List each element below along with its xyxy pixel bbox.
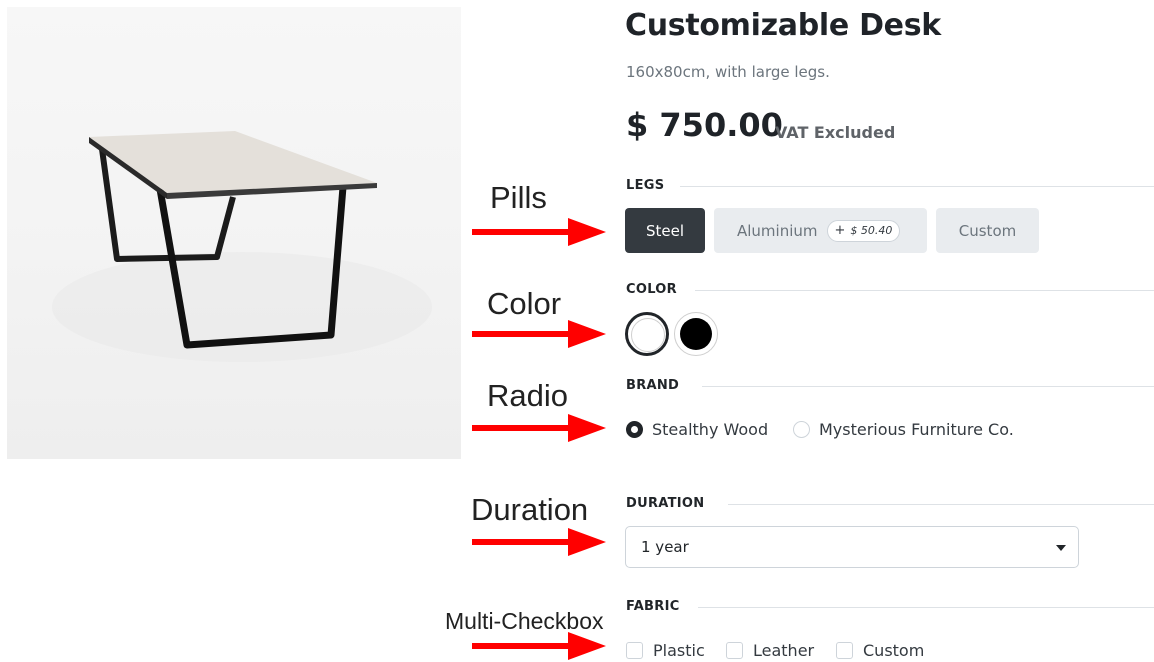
- duration-divider: [728, 504, 1154, 505]
- brand-label: BRAND: [626, 378, 680, 393]
- arrow-multi-checkbox-icon: [472, 632, 606, 660]
- color-swatch-black[interactable]: [674, 312, 718, 356]
- brand-divider: [702, 386, 1154, 387]
- checkbox-custom[interactable]: Custom: [836, 641, 924, 660]
- radio-mysterious-furniture-label: Mysterious Furniture Co.: [819, 420, 1014, 439]
- duration-select[interactable]: 1 year: [625, 526, 1079, 568]
- pill-aluminium-label: Aluminium: [737, 221, 818, 240]
- checkbox-leather-label: Leather: [753, 641, 815, 660]
- radio-mysterious-furniture[interactable]: Mysterious Furniture Co.: [793, 420, 1014, 439]
- checkbox-plastic[interactable]: Plastic: [626, 641, 705, 660]
- pill-custom-label: Custom: [958, 221, 1017, 240]
- fabric-label: FABRIC: [626, 599, 680, 614]
- checkbox-unchecked-icon[interactable]: [626, 642, 643, 659]
- price-extra-value: $ 50.40: [850, 224, 893, 237]
- color-divider: [695, 290, 1154, 291]
- pill-steel[interactable]: Steel: [625, 208, 705, 253]
- color-swatch-white[interactable]: [625, 312, 669, 356]
- product-image: [7, 7, 461, 459]
- price-extra-badge: + $ 50.40: [826, 219, 901, 242]
- radio-checked-icon[interactable]: [626, 421, 643, 438]
- annotation-multi-checkbox: Multi-Checkbox: [445, 608, 604, 634]
- price-note: VAT Excluded: [775, 123, 896, 142]
- legs-divider: [680, 186, 1154, 187]
- arrow-radio-icon: [472, 414, 606, 442]
- checkbox-custom-label: Custom: [863, 641, 925, 660]
- duration-selected-value: 1 year: [641, 538, 689, 556]
- product-price: $ 750.00: [626, 106, 783, 144]
- annotation-color: Color: [487, 286, 562, 321]
- checkbox-unchecked-icon[interactable]: [726, 642, 743, 659]
- arrow-duration-icon: [472, 528, 606, 556]
- color-label: COLOR: [626, 282, 677, 297]
- product-title: Customizable Desk: [625, 8, 941, 43]
- checkbox-leather[interactable]: Leather: [726, 641, 814, 660]
- product-subtitle: 160x80cm, with large legs.: [626, 63, 830, 81]
- pill-steel-label: Steel: [645, 221, 685, 240]
- arrow-color-icon: [472, 320, 606, 348]
- checkbox-unchecked-icon[interactable]: [836, 642, 853, 659]
- annotation-duration: Duration: [471, 492, 589, 527]
- plus-icon: +: [834, 223, 846, 238]
- radio-stealthy-wood-label: Stealthy Wood: [652, 420, 769, 439]
- pill-aluminium[interactable]: Aluminium + $ 50.40: [714, 208, 927, 253]
- pill-custom[interactable]: Custom: [936, 208, 1039, 253]
- fabric-divider: [698, 607, 1154, 608]
- legs-label: LEGS: [626, 178, 665, 193]
- duration-label: DURATION: [626, 496, 705, 511]
- checkbox-plastic-label: Plastic: [653, 641, 705, 660]
- radio-stealthy-wood[interactable]: Stealthy Wood: [626, 420, 768, 439]
- arrow-pills-icon: [472, 218, 606, 246]
- caret-down-icon: [1056, 545, 1066, 551]
- desk-illustration: [52, 131, 432, 362]
- radio-unchecked-icon[interactable]: [793, 421, 810, 438]
- annotation-pills: Pills: [490, 180, 547, 215]
- annotation-radio: Radio: [487, 378, 568, 413]
